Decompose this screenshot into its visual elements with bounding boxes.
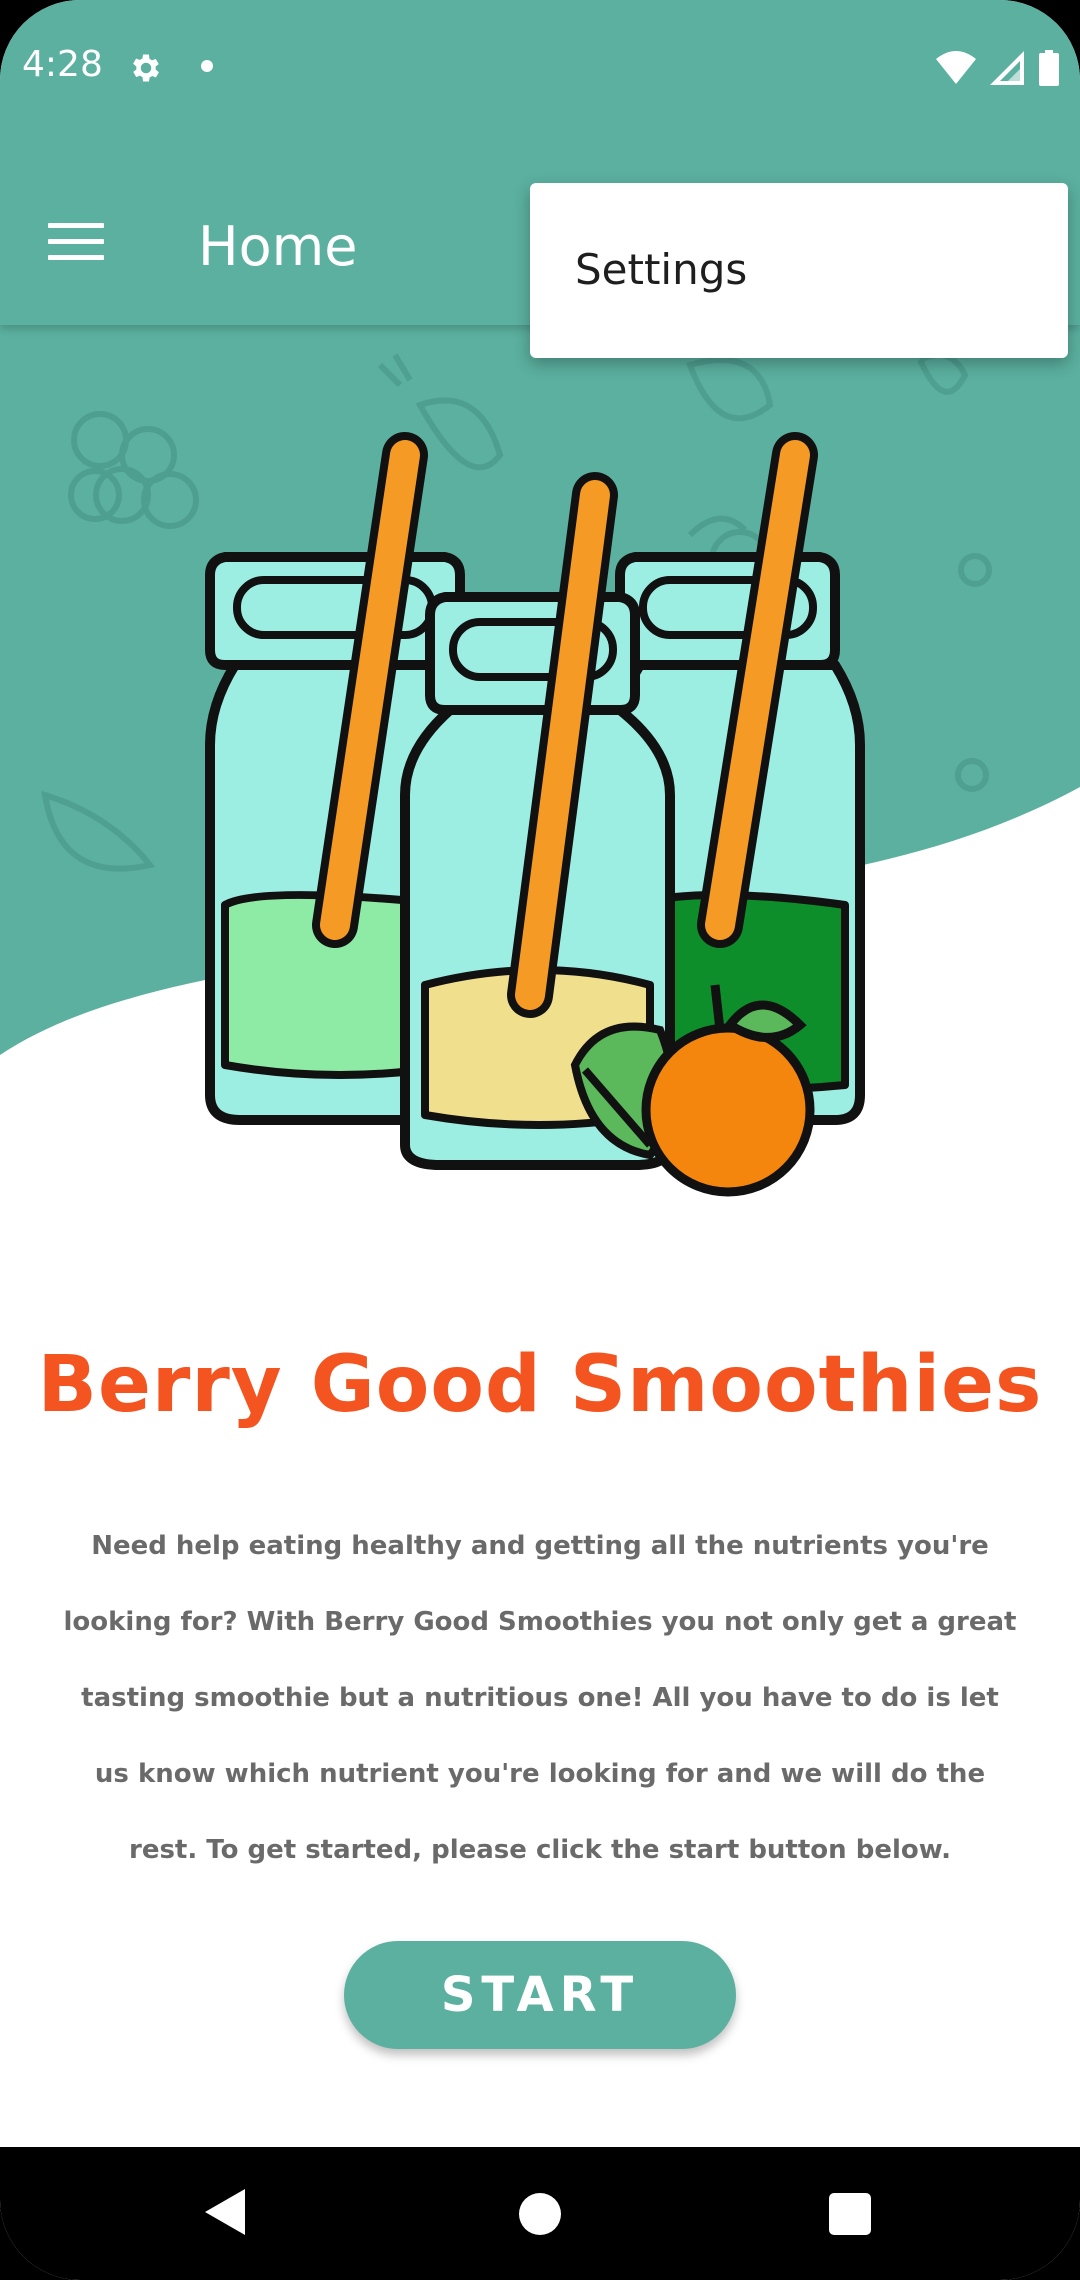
status-bar: 4:28 — [0, 0, 1080, 135]
app-description: Need help eating healthy and getting all… — [63, 1531, 1017, 1865]
battery-icon — [1039, 50, 1059, 86]
home-icon[interactable] — [519, 2193, 561, 2235]
signal-icon — [990, 51, 1024, 85]
hamburger-menu-icon[interactable] — [48, 223, 104, 265]
wifi-icon — [936, 51, 976, 84]
status-time: 4:28 — [22, 44, 103, 85]
app-title: Berry Good Smoothies — [37, 1340, 1043, 1430]
app-screen: 4:28 Home Settings Berry Good Smoothies … — [0, 0, 1080, 2280]
status-right-icons — [936, 48, 1060, 88]
page-title: Home — [198, 215, 358, 278]
overflow-menu: Settings — [530, 183, 1068, 358]
gear-icon — [133, 54, 159, 82]
start-button[interactable]: START — [344, 1941, 736, 2049]
notification-dot — [201, 60, 213, 72]
hero-illustration — [0, 325, 1080, 1197]
menu-item-settings[interactable]: Settings — [575, 245, 747, 294]
hero-banner — [0, 325, 1080, 1205]
system-nav-bar — [0, 2147, 1080, 2280]
recents-icon[interactable] — [829, 2193, 871, 2235]
back-icon[interactable] — [205, 2189, 245, 2235]
